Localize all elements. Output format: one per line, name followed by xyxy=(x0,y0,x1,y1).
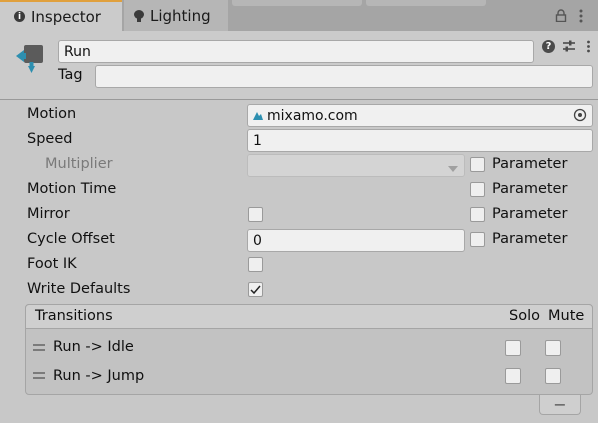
animator-state-icon xyxy=(14,42,46,76)
kebab-menu-icon[interactable] xyxy=(578,9,584,23)
motion-value: mixamo.com xyxy=(267,107,358,124)
transition-solo-checkbox[interactable] xyxy=(505,368,521,384)
remove-transition-button[interactable]: − xyxy=(539,395,581,415)
mirror-parameter-label: Parameter xyxy=(492,206,568,222)
write-defaults-checkbox[interactable] xyxy=(248,282,263,297)
motion-time-parameter-checkbox[interactable] xyxy=(470,182,485,197)
tab-lighting[interactable]: Lighting xyxy=(124,0,228,31)
speed-label: Speed xyxy=(27,131,73,147)
object-picker-icon[interactable] xyxy=(573,108,587,122)
motion-object-field[interactable]: mixamo.com xyxy=(247,104,593,127)
hidden-tab xyxy=(232,0,362,6)
remove-button-label: − xyxy=(553,395,567,414)
multiplier-dropdown xyxy=(247,154,465,177)
transition-mute-checkbox[interactable] xyxy=(545,368,561,384)
animation-clip-icon xyxy=(252,110,264,122)
motion-label: Motion xyxy=(27,106,77,122)
motion-time-parameter-label: Parameter xyxy=(492,181,568,197)
name-value: Run xyxy=(64,43,91,60)
tab-inspector[interactable]: i Inspector xyxy=(0,0,122,31)
help-icon[interactable]: ? xyxy=(542,40,555,53)
drag-handle-icon[interactable] xyxy=(33,372,45,379)
transition-label: Run -> Idle xyxy=(53,339,134,355)
more-options-icon[interactable] xyxy=(586,40,591,53)
tag-field[interactable] xyxy=(95,65,593,88)
name-field[interactable]: Run xyxy=(58,40,534,63)
multiplier-label: Multiplier xyxy=(45,156,113,172)
transition-solo-checkbox[interactable] xyxy=(505,340,521,356)
mute-column-label: Mute xyxy=(548,308,585,324)
mirror-checkbox[interactable] xyxy=(248,207,263,222)
mirror-label: Mirror xyxy=(27,206,70,222)
multiplier-parameter-label: Parameter xyxy=(492,156,568,172)
preset-settings-icon[interactable] xyxy=(562,39,576,53)
cycle-offset-parameter-label: Parameter xyxy=(492,231,568,247)
cycle-offset-field[interactable]: 0 xyxy=(247,229,465,252)
checkmark-icon xyxy=(250,285,261,294)
solo-column-label: Solo xyxy=(509,308,540,324)
cycle-offset-parameter-checkbox[interactable] xyxy=(470,232,485,247)
tag-label: Tag xyxy=(58,67,83,83)
cycle-offset-label: Cycle Offset xyxy=(27,231,115,247)
transitions-title: Transitions xyxy=(35,308,113,324)
drag-handle-icon[interactable] xyxy=(33,344,45,351)
lightbulb-icon xyxy=(134,9,144,22)
motion-time-label: Motion Time xyxy=(27,181,117,197)
info-icon: i xyxy=(14,11,25,22)
dropdown-arrow-icon xyxy=(448,161,458,172)
multiplier-parameter-checkbox[interactable] xyxy=(470,157,485,172)
write-defaults-label: Write Defaults xyxy=(27,281,131,297)
cycle-offset-value: 0 xyxy=(253,232,262,249)
transition-label: Run -> Jump xyxy=(53,368,145,384)
tab-lighting-label: Lighting xyxy=(150,6,211,25)
mirror-parameter-checkbox[interactable] xyxy=(470,207,485,222)
speed-value: 1 xyxy=(253,132,262,149)
transition-mute-checkbox[interactable] xyxy=(545,340,561,356)
lock-icon[interactable] xyxy=(555,9,567,23)
header-divider xyxy=(0,99,598,100)
speed-field[interactable]: 1 xyxy=(247,129,593,152)
foot-ik-checkbox[interactable] xyxy=(248,257,263,272)
hidden-tab xyxy=(366,0,486,6)
tab-inspector-label: Inspector xyxy=(31,7,101,26)
foot-ik-label: Foot IK xyxy=(27,256,77,272)
